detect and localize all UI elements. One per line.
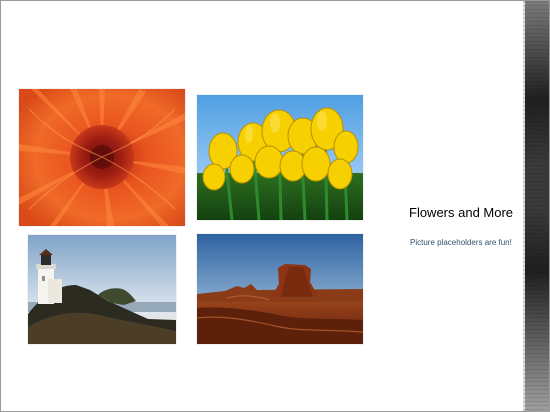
lighthouse-photo: [27, 234, 177, 345]
orange-dahlia-photo: [18, 88, 186, 227]
desert-mesa-photo: [196, 233, 364, 345]
orange-dahlia-image: [19, 89, 185, 226]
slide-title: Flowers and More: [409, 205, 514, 220]
yellow-tulips-photo: [196, 94, 364, 221]
slide-subtitle: Picture placeholders are fun!: [410, 238, 512, 247]
desert-mesa-image: [197, 234, 363, 344]
lighthouse-image: [28, 235, 176, 344]
presentation-slide: Flowers and More Picture placeholders ar…: [0, 0, 550, 412]
slide-right-edge-texture: [523, 1, 549, 411]
yellow-tulips-image: [197, 95, 363, 220]
